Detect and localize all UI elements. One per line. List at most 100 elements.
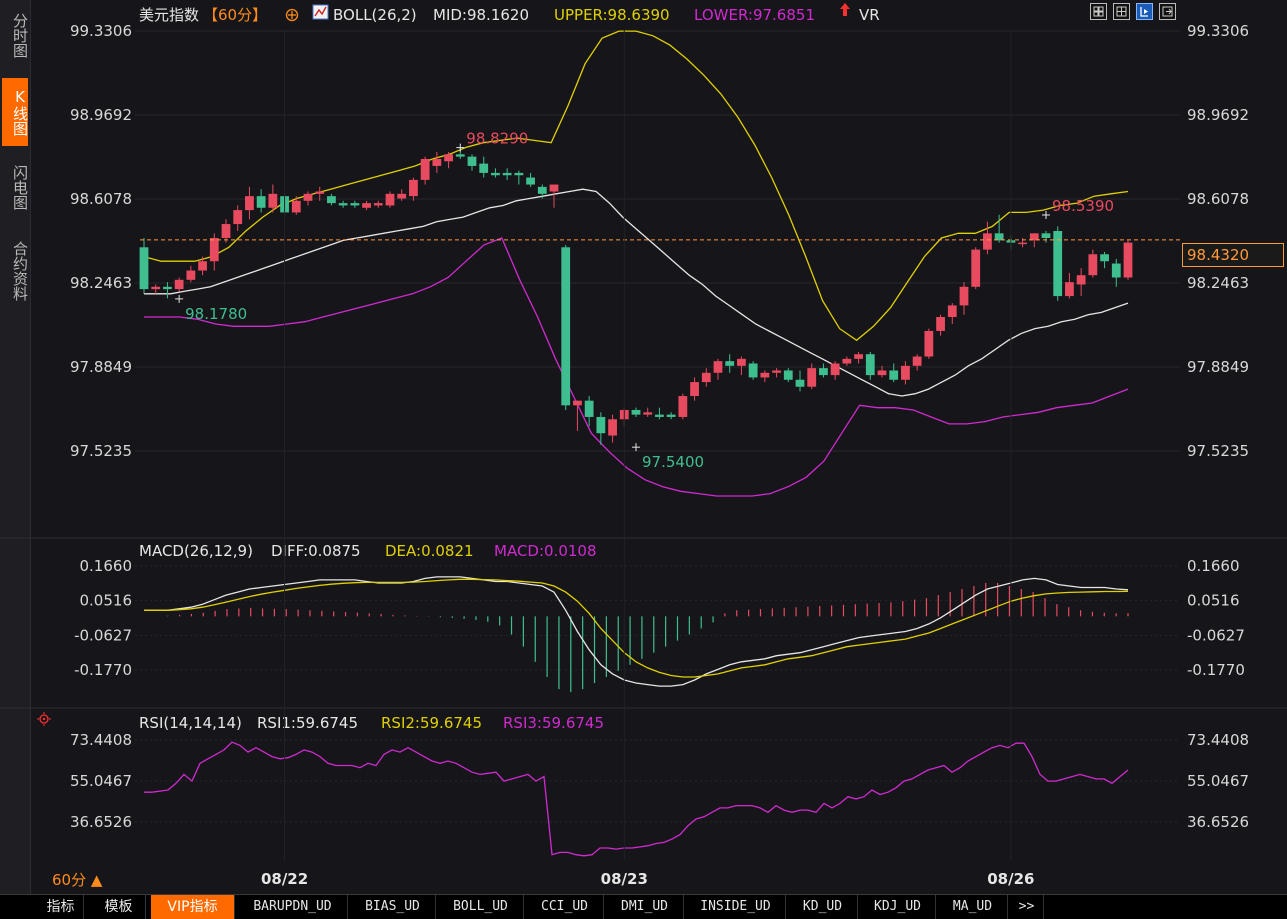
chart-area[interactable]: 美元指数 【60分】 BOLL(26,2) MID:98.1620 UPPER:… bbox=[0, 0, 1287, 894]
date-label: 08/22 bbox=[261, 870, 308, 888]
macd-tick-left: -0.0627 bbox=[74, 626, 132, 644]
price-tick-left: 97.8849 bbox=[70, 358, 132, 376]
macd-tick-left: 0.0516 bbox=[80, 592, 133, 610]
tab-inside-ud[interactable]: INSIDE_UD bbox=[686, 895, 786, 919]
candle bbox=[1100, 251, 1109, 269]
tab-dmi-ud[interactable]: DMI_UD bbox=[606, 895, 684, 919]
tab-boll-ud[interactable]: BOLL_UD bbox=[438, 895, 524, 919]
price-tick-right: 98.2463 bbox=[1187, 274, 1249, 292]
tab-indicator[interactable]: 指标 bbox=[38, 895, 84, 919]
vr-label[interactable]: VR bbox=[859, 6, 880, 24]
candle-body bbox=[655, 414, 664, 417]
crosshair-icon[interactable] bbox=[37, 712, 51, 726]
rsi-tick-left: 73.4408 bbox=[70, 731, 132, 749]
candle bbox=[608, 414, 617, 443]
tab-cci-ud[interactable]: CCI_UD bbox=[526, 895, 604, 919]
extreme-price-label: 97.5400 bbox=[642, 453, 704, 471]
candle-body bbox=[1029, 233, 1039, 241]
candle bbox=[163, 282, 172, 299]
candle bbox=[713, 358, 723, 380]
candle bbox=[432, 151, 442, 173]
add-indicator-icon[interactable] bbox=[285, 8, 299, 22]
candle-body bbox=[1076, 275, 1086, 285]
price-tick-right: 98.9692 bbox=[1187, 106, 1249, 124]
tab-barupdn-ud[interactable]: BARUPDN_UD bbox=[238, 895, 348, 919]
fullscreen-chart-icon[interactable] bbox=[1136, 3, 1153, 20]
candle-body bbox=[338, 203, 348, 206]
macd-tick-right: -0.0627 bbox=[1187, 626, 1245, 644]
tab-more[interactable]: >> bbox=[1010, 895, 1044, 919]
tab-template[interactable]: 模板 bbox=[92, 895, 146, 919]
exit-panel-icon[interactable] bbox=[1159, 3, 1176, 20]
candle-body bbox=[760, 372, 770, 378]
arrow-up-icon[interactable] bbox=[840, 3, 850, 16]
candle bbox=[783, 368, 793, 383]
candle-body bbox=[327, 196, 336, 204]
candle bbox=[209, 233, 219, 271]
candle bbox=[947, 303, 957, 324]
candle-body bbox=[983, 233, 992, 250]
candle-body bbox=[678, 396, 688, 417]
candle bbox=[491, 168, 500, 178]
macd-tick-right: -0.1770 bbox=[1187, 661, 1245, 679]
candle-body bbox=[924, 330, 934, 357]
candle-body bbox=[537, 186, 547, 194]
candle bbox=[256, 189, 266, 213]
rsi2-label: RSI2:59.6745 bbox=[381, 714, 482, 732]
candle bbox=[819, 363, 828, 378]
candle-body bbox=[455, 154, 465, 157]
tab-kd-ud[interactable]: KD_UD bbox=[788, 895, 858, 919]
candle bbox=[725, 354, 735, 373]
candle-body bbox=[748, 363, 758, 378]
tab-ma-ud[interactable]: MA_UD bbox=[938, 895, 1008, 919]
tab-bias-ud[interactable]: BIAS_UD bbox=[350, 895, 436, 919]
boll-mid-line bbox=[144, 188, 1129, 397]
candle bbox=[327, 193, 336, 206]
candle-body bbox=[795, 379, 805, 387]
candle-body bbox=[303, 193, 313, 201]
candle-body bbox=[1041, 233, 1051, 238]
candle-body bbox=[690, 382, 699, 397]
candle-body bbox=[713, 361, 723, 373]
candle bbox=[409, 177, 418, 201]
candle-body bbox=[819, 368, 828, 376]
extreme-price-label: 98.5390 bbox=[1052, 197, 1114, 215]
price-tick-right: 99.3306 bbox=[1187, 22, 1249, 40]
tab-kdj-ud[interactable]: KDJ_UD bbox=[860, 895, 936, 919]
candle-body bbox=[737, 358, 746, 366]
candle bbox=[444, 151, 453, 169]
price-tick-right: 97.5235 bbox=[1187, 442, 1249, 460]
candle-body bbox=[561, 247, 571, 406]
candle-body bbox=[444, 154, 453, 162]
candle-body bbox=[994, 233, 1004, 241]
period-selector[interactable]: 60分 ▲ bbox=[52, 869, 102, 890]
candle bbox=[795, 370, 805, 392]
price-tick-right: 98.6078 bbox=[1187, 190, 1249, 208]
split-layout-icon[interactable] bbox=[1113, 3, 1130, 20]
candle-body bbox=[209, 237, 219, 262]
tab-vip-indicator[interactable]: VIP指标 bbox=[151, 895, 235, 919]
boll-upper-label: UPPER:98.6390 bbox=[554, 6, 670, 24]
macd-title: MACD(26,12,9) bbox=[139, 542, 253, 560]
candle-body bbox=[959, 286, 969, 306]
candle-body bbox=[315, 191, 325, 194]
candle bbox=[221, 219, 231, 243]
candle bbox=[924, 328, 934, 359]
candle-body bbox=[186, 270, 196, 280]
price-tick-left: 99.3306 bbox=[70, 22, 132, 40]
macd-tick-right: 0.0516 bbox=[1187, 592, 1240, 610]
candle-body bbox=[350, 203, 360, 206]
candle bbox=[1076, 268, 1086, 297]
candle bbox=[830, 361, 840, 380]
grid-layout-icon[interactable] bbox=[1090, 3, 1107, 20]
candle-body bbox=[807, 368, 817, 387]
period-label-header: 【60分】 bbox=[203, 6, 267, 24]
indicator-chart-icon[interactable] bbox=[312, 4, 329, 20]
candle bbox=[901, 361, 910, 385]
candle bbox=[514, 170, 524, 185]
candle-body bbox=[971, 249, 981, 287]
candle-body bbox=[842, 358, 852, 364]
rsi-tick-right: 73.4408 bbox=[1187, 731, 1249, 749]
date-label: 08/26 bbox=[987, 870, 1034, 888]
candle bbox=[362, 200, 371, 211]
